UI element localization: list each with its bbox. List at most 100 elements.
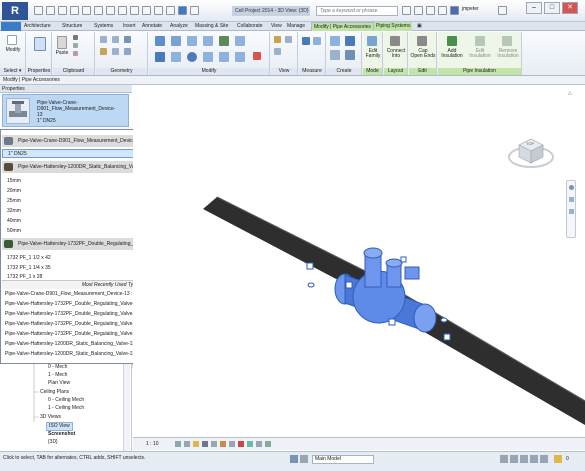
copy-icon[interactable]	[73, 43, 78, 48]
undo-icon[interactable]	[58, 6, 67, 15]
offset-icon[interactable]	[171, 36, 181, 46]
filter-icon[interactable]	[554, 455, 562, 463]
save-icon[interactable]	[46, 6, 55, 15]
override-icon[interactable]	[285, 36, 292, 43]
create-parts-icon[interactable]	[345, 36, 355, 46]
measure-tool-icon[interactable]	[302, 37, 310, 45]
tab-view[interactable]: View	[269, 22, 284, 31]
tab-analyze[interactable]: Analyze	[168, 22, 190, 31]
tree-item[interactable]: 1 - Ceiling Mech	[48, 405, 84, 412]
cap-open-ends-icon[interactable]	[417, 36, 427, 46]
tree-item[interactable]: 3D Views	[40, 414, 61, 421]
select-by-face-icon[interactable]	[530, 455, 538, 463]
subscription-icon[interactable]	[414, 6, 423, 15]
qat-dropdown-icon[interactable]	[190, 6, 199, 15]
paint-icon[interactable]	[100, 48, 107, 55]
modify-button-label[interactable]: Modify	[1, 48, 25, 53]
reveal-hidden-icon[interactable]	[256, 441, 262, 447]
add-insulation-icon[interactable]	[447, 36, 457, 46]
select-pinned-icon[interactable]	[520, 455, 528, 463]
move-icon[interactable]	[155, 52, 165, 62]
add-insulation-label[interactable]: Add Insulation	[439, 49, 465, 59]
close-views-icon[interactable]	[166, 6, 175, 15]
properties-icon[interactable]	[34, 37, 46, 51]
tree-item[interactable]: 1 - Mech	[48, 372, 67, 379]
sun-path-icon[interactable]	[193, 441, 199, 447]
trim-icon[interactable]	[235, 36, 245, 46]
search-icon[interactable]	[402, 6, 411, 15]
steering-wheel-icon[interactable]	[569, 185, 574, 190]
modify-cursor-icon[interactable]	[7, 35, 17, 45]
measure-icon[interactable]	[94, 6, 103, 15]
edit-family-icon[interactable]	[367, 36, 377, 46]
tab-piping-systems[interactable]: Piping Systems	[374, 22, 413, 31]
tab-manage[interactable]: Manage	[285, 22, 307, 31]
worksharing-icon[interactable]	[265, 441, 271, 447]
align-icon[interactable]	[155, 36, 165, 46]
edit-insulation-label[interactable]: Edit Insulation	[467, 49, 493, 59]
open-icon[interactable]	[34, 6, 43, 15]
search-input[interactable]: Type a keyword or phrase	[316, 6, 398, 16]
array-icon[interactable]	[203, 52, 213, 62]
tab-structure[interactable]: Structure	[60, 22, 84, 31]
edit-family-label[interactable]: Edit Family	[363, 49, 383, 59]
tab-systems[interactable]: Systems	[92, 22, 115, 31]
show-crop-icon[interactable]	[229, 441, 235, 447]
unlocked-view-icon[interactable]	[238, 441, 244, 447]
tree-item[interactable]: 0 - Ceiling Mech	[48, 397, 84, 404]
maximize-button[interactable]: □	[544, 2, 560, 14]
design-option-select[interactable]: Main Model	[312, 455, 374, 464]
user-name[interactable]: jmpeter	[462, 6, 496, 12]
visual-style-icon[interactable]	[184, 441, 190, 447]
switch-windows-icon[interactable]	[178, 6, 187, 15]
pan-icon[interactable]	[569, 209, 574, 214]
text-icon[interactable]	[118, 6, 127, 15]
tab-modify-pipe-accessories[interactable]: Modify | Pipe Accessories	[311, 22, 374, 31]
drag-elements-icon[interactable]	[540, 455, 548, 463]
aligned-dimension-icon[interactable]	[313, 37, 321, 45]
user-icon[interactable]	[450, 6, 459, 15]
type-selector[interactable]: Pipe-Valve-Crane- D901_Flow_Measurement_…	[2, 94, 129, 127]
edit-insulation-icon[interactable]	[475, 36, 485, 46]
copy-element-icon[interactable]	[171, 52, 181, 62]
cope-icon[interactable]	[100, 36, 107, 43]
section-icon[interactable]	[142, 6, 151, 15]
create-similar-icon[interactable]	[345, 50, 355, 60]
viewcube-label[interactable]: TOP	[526, 141, 534, 146]
temp-hide-icon[interactable]	[247, 441, 253, 447]
help-icon[interactable]	[498, 6, 507, 15]
select-underlay-icon[interactable]	[510, 455, 518, 463]
dimension-icon[interactable]	[106, 6, 115, 15]
tab-architecture[interactable]: Architecture	[22, 22, 53, 31]
rotate-icon[interactable]	[187, 52, 197, 62]
panel-select-label[interactable]: Select ▾	[0, 68, 25, 75]
scale-icon[interactable]	[219, 52, 229, 62]
cut-geometry-icon[interactable]	[112, 36, 119, 43]
join-geometry-icon[interactable]	[124, 36, 131, 43]
split-icon[interactable]	[219, 36, 229, 46]
split-face-icon[interactable]	[112, 48, 119, 55]
select-links-icon[interactable]	[500, 455, 508, 463]
home-view-icon[interactable]: ⌂	[568, 91, 572, 97]
tree-item-selected[interactable]: ISO View	[46, 422, 73, 431]
delete-icon[interactable]	[253, 52, 261, 60]
cap-open-ends-label[interactable]: Cap Open Ends	[409, 49, 437, 59]
mirror-draw-icon[interactable]	[203, 36, 213, 46]
hide-icon[interactable]	[274, 36, 281, 43]
3d-view-icon[interactable]	[130, 6, 139, 15]
tree-item[interactable]: Screenshot	[48, 431, 75, 438]
communication-icon[interactable]	[426, 6, 435, 15]
tab-annotate[interactable]: Annotate	[140, 22, 164, 31]
paste-label[interactable]: Paste	[54, 51, 70, 56]
zoom-icon[interactable]	[569, 197, 574, 202]
close-button[interactable]: ✕	[562, 2, 578, 14]
render-icon[interactable]	[211, 441, 217, 447]
shadows-icon[interactable]	[202, 441, 208, 447]
redo-icon[interactable]	[70, 6, 79, 15]
wall-joins-icon[interactable]	[124, 48, 131, 55]
crop-view-icon[interactable]	[220, 441, 226, 447]
create-group-icon[interactable]	[330, 50, 340, 60]
tree-item[interactable]: {3D}	[48, 439, 58, 446]
join-icon[interactable]	[73, 51, 78, 56]
viewcube[interactable]: TOP	[507, 129, 555, 173]
